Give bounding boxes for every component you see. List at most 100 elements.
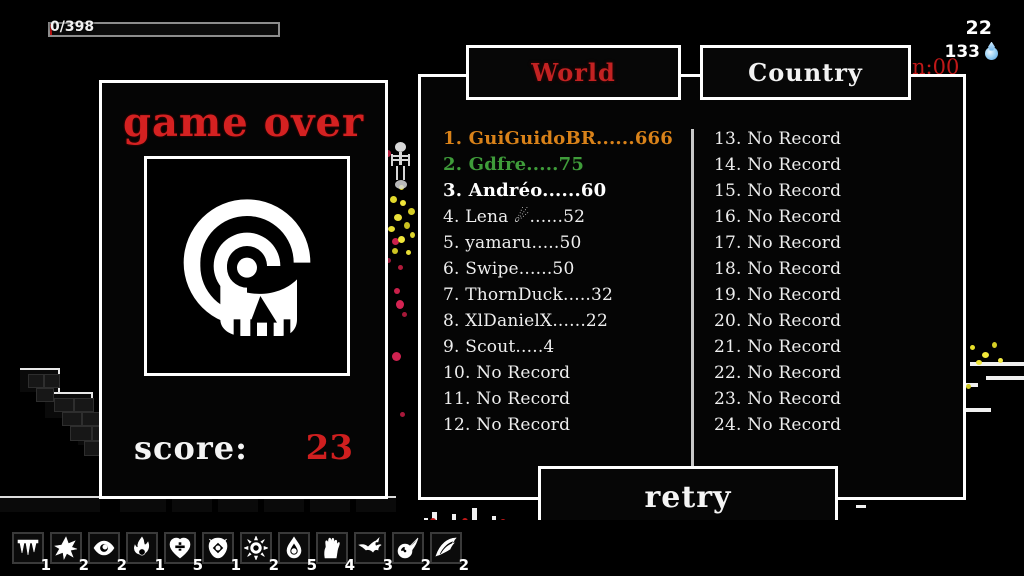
- gore-particle: [408, 208, 415, 215]
- retry-button-label: retry: [644, 479, 732, 515]
- leaderboard-left-column: 1. GuiGuidoBR......666 2. Gdfre.....75 3. …: [421, 124, 690, 497]
- eye-icon: [93, 540, 115, 556]
- item-slot[interactable]: 4: [316, 532, 355, 574]
- skeleton-pelvis: [395, 180, 407, 189]
- leaderboard-row: 12. No Record: [443, 415, 571, 435]
- leaderboard-row: 22. No Record: [714, 363, 842, 383]
- gore-particle: [410, 232, 415, 238]
- ledge: [856, 505, 866, 508]
- leaderboard-row: 15. No Record: [714, 181, 842, 201]
- game-over-title: game over: [122, 99, 365, 146]
- leaderboard-row: 18. No Record: [714, 259, 842, 279]
- retry-button[interactable]: retry: [538, 466, 838, 528]
- blood-particle: [392, 238, 399, 245]
- leaderboard-row: 2. Gdfre.....75: [443, 154, 585, 175]
- item-slot[interactable]: 1: [202, 532, 241, 574]
- blood-particle: [392, 352, 401, 361]
- ledge: [970, 362, 1024, 366]
- item-slot[interactable]: 1: [126, 532, 165, 574]
- item-slot[interactable]: 2: [50, 532, 89, 574]
- fangs-icon: [17, 539, 39, 556]
- gore-particle: [398, 236, 405, 243]
- progress-bar-label: 0/398: [50, 19, 95, 35]
- leaderboard-row: 20. No Record: [714, 311, 842, 331]
- leaderboard-row: 4. Lena ☄......52: [443, 207, 586, 227]
- gore-particle: [388, 226, 395, 232]
- spark: [976, 360, 982, 365]
- brick: [36, 388, 54, 402]
- leaderboard-row: 1. GuiGuidoBR......666: [443, 128, 673, 149]
- skeleton-leg: [403, 166, 405, 180]
- leaderboard-row: 5. yamaru.....50: [443, 233, 582, 253]
- game-screen: 0/398 22 133 n:00 game over score: 23 1.…: [0, 0, 1024, 576]
- gore-particle: [392, 248, 398, 254]
- leaderboard-row: 7. ThornDuck.....32: [443, 285, 614, 305]
- item-slot[interactable]: 2: [392, 532, 431, 574]
- item-slot[interactable]: 3: [354, 532, 393, 574]
- death-icon-frame: [144, 156, 350, 376]
- blood-particle: [400, 412, 405, 417]
- brick: [28, 374, 44, 388]
- blood-drop-icon: [286, 536, 302, 559]
- brick: [54, 398, 74, 412]
- brick: [62, 412, 82, 426]
- skeleton-enemy: [390, 142, 412, 190]
- tab-world-label: World: [531, 58, 616, 87]
- blood-particle: [394, 288, 400, 294]
- leaderboard-row: 23. No Record: [714, 389, 842, 409]
- floor-slab: [0, 496, 100, 512]
- spark: [998, 358, 1003, 363]
- leaderboard-right-column: 13. No Record 14. No Record 15. No Record 1…: [690, 124, 963, 497]
- item-slot[interactable]: 1: [12, 532, 51, 574]
- bat-wing-icon: [358, 537, 382, 553]
- skeleton-leg: [396, 166, 398, 180]
- spark: [966, 384, 971, 389]
- tab-country[interactable]: Country: [700, 45, 911, 100]
- leaderboard-row: 13. No Record: [714, 129, 842, 149]
- gore-particle: [404, 222, 410, 229]
- item-slot[interactable]: 2: [240, 532, 279, 574]
- blood-particle: [402, 312, 407, 317]
- gore-particle: [406, 250, 411, 255]
- skeleton-arm: [391, 154, 393, 166]
- spark: [982, 352, 989, 358]
- gore-particle: [400, 200, 406, 206]
- flame-drop-icon: [134, 536, 150, 556]
- leaderboard-row: 3. Andréo......60: [443, 180, 607, 201]
- leaderboard-panel: 1. GuiGuidoBR......666 2. Gdfre.....75 3. …: [418, 74, 966, 500]
- ledge: [964, 383, 978, 387]
- leaderboard-row: 21. No Record: [714, 337, 842, 357]
- skeleton-ribs: [393, 159, 408, 161]
- skull-spiral-icon: [183, 199, 311, 338]
- swirl-wind-icon: [435, 537, 457, 557]
- score-row: score: 23: [102, 428, 385, 468]
- item-slot[interactable]: 5: [164, 532, 203, 574]
- skeleton-arm: [408, 154, 410, 166]
- hand-splat-icon: [324, 537, 340, 559]
- spark: [992, 342, 997, 348]
- kill-counter: 22: [965, 17, 992, 39]
- leaderboard-row: 14. No Record: [714, 155, 842, 175]
- score-value: 23: [305, 428, 353, 468]
- leaderboard-row: 17. No Record: [714, 233, 842, 253]
- spark: [970, 345, 975, 350]
- leaderboard-row: 11. No Record: [443, 389, 571, 409]
- item-slot[interactable]: 5: [278, 532, 317, 574]
- tab-country-label: Country: [748, 58, 863, 87]
- skeleton-ribs: [392, 155, 409, 157]
- leaderboard-row: 16. No Record: [714, 207, 842, 227]
- leaderboard-row: 9. Scout.....4: [443, 337, 555, 357]
- horned-shield-icon: [208, 537, 228, 559]
- leaderboard-row: 10. No Record: [443, 363, 571, 383]
- brick: [44, 374, 60, 388]
- ledge: [986, 376, 1024, 380]
- item-slot[interactable]: 2: [430, 532, 469, 574]
- stair-step: [20, 368, 60, 392]
- gore-particle: [390, 196, 397, 203]
- comet-spiral-icon: [397, 537, 419, 559]
- tab-world[interactable]: World: [466, 45, 681, 100]
- item-slot[interactable]: 2: [88, 532, 127, 574]
- skeleton-skull: [395, 142, 406, 152]
- heart-plus-icon: [169, 537, 191, 559]
- starburst-icon: [54, 536, 78, 560]
